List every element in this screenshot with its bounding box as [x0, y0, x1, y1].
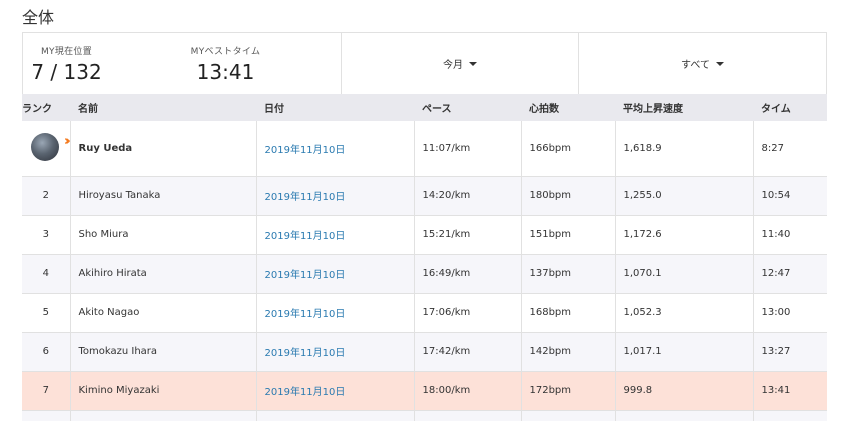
runner-name: Akito Nagao: [69, 293, 256, 333]
my-position-label: MY現在位置: [40, 46, 93, 57]
rank-cell: 6: [22, 332, 70, 372]
header-ascent-speed[interactable]: 平均上昇速度: [615, 94, 753, 121]
pace-cell: 16:49/km: [413, 254, 521, 294]
section-title: 全体: [22, 8, 55, 27]
time-cell: 10:54: [752, 176, 827, 216]
runner-name: Tomokazu Ihara: [69, 332, 256, 372]
date-link[interactable]: 2019年11月10日: [265, 387, 346, 398]
header-heart-rate[interactable]: 心拍数: [521, 94, 615, 121]
heart-rate-cell: 142bpm: [520, 332, 615, 372]
time-cell: 13:41: [752, 371, 827, 411]
my-position: MY現在位置 7 / 132: [23, 33, 110, 94]
first-place-badge: ››: [30, 133, 70, 163]
ascent-speed-cell: 1,172.6: [614, 215, 753, 255]
pace-cell: 18:00/km: [413, 371, 521, 411]
ascent-speed-cell: 1,017.1: [614, 332, 753, 372]
time-cell: 11:40: [752, 215, 827, 255]
runner-name: Kimino Miyazaki: [69, 371, 256, 411]
date-link[interactable]: 2019年11月10日: [265, 192, 346, 203]
heart-rate-cell: 180bpm: [520, 176, 615, 216]
table-row[interactable]: 3 Sho Miura 2019年11月10日 15:21/km 151bpm …: [22, 215, 827, 255]
date-cell: 2019年11月10日: [255, 293, 414, 333]
table-row[interactable]: ›› Ruy Ueda 2019年11月10日 11:07/km 166bpm …: [22, 121, 827, 177]
table-row[interactable]: 6 Tomokazu Ihara 2019年11月10日 17:42/km 14…: [22, 332, 827, 372]
date-link[interactable]: 2019年11月10日: [265, 309, 346, 320]
ascent-speed-cell: 1,618.9: [614, 121, 753, 177]
table-row[interactable]: 5 Akito Nagao 2019年11月10日 17:06/km 168bp…: [22, 293, 827, 333]
heart-rate-cell: 137bpm: [520, 254, 615, 294]
double-chevron-icon: ››: [64, 134, 70, 150]
ranking-table: ランク 名前 日付 ペース 心拍数 平均上昇速度 タイム ›› Ruy Ueda…: [22, 94, 827, 421]
pace-cell: 15:21/km: [413, 215, 521, 255]
date-cell: 2019年11月10日: [255, 176, 414, 216]
summary-bar: MY現在位置 7 / 132 MYベストタイム 13:41 今月 すべて: [22, 32, 827, 94]
date-cell: 2019年11月10日: [255, 254, 414, 294]
ascent-speed-cell: 999.8: [614, 371, 753, 411]
filter-dropdown[interactable]: すべて: [579, 33, 826, 94]
my-best-time-label: MYベストタイム: [190, 46, 261, 57]
heart-rate-cell: 172bpm: [520, 371, 615, 411]
rank-cell: 7: [22, 371, 70, 411]
filter-dropdown-label: すべて: [681, 60, 710, 71]
runner-name: Akihiro Hirata: [69, 254, 256, 294]
table-header: ランク 名前 日付 ペース 心拍数 平均上昇速度 タイム: [22, 94, 827, 121]
runner-name: Hiroyasu Tanaka: [69, 176, 256, 216]
date-link[interactable]: 2019年11月10日: [265, 145, 346, 156]
my-best-time: MYベストタイム 13:41: [110, 33, 342, 94]
rank-cell: 2: [22, 176, 70, 216]
date-cell: 2019年11月10日: [255, 121, 414, 177]
time-cell: 12:47: [752, 254, 827, 294]
time-cell: 8:27: [752, 121, 827, 177]
my-best-time-value: 13:41: [196, 59, 255, 84]
my-position-value: 7 / 132: [31, 59, 102, 84]
heart-rate-cell: 166bpm: [520, 121, 615, 177]
caret-down-icon: [715, 62, 724, 66]
caret-down-icon: [469, 62, 477, 66]
heart-rate-cell: 151bpm: [520, 215, 615, 255]
pace-cell: 17:06/km: [413, 293, 521, 333]
user-avatar: [30, 133, 59, 162]
date-cell: 2019年11月10日: [255, 215, 414, 255]
heart-rate-cell: 168bpm: [520, 293, 615, 333]
date-link[interactable]: 2019年11月10日: [265, 348, 346, 359]
rank-cell: 4: [22, 254, 70, 294]
header-name[interactable]: 名前: [70, 94, 256, 121]
date-link[interactable]: 2019年11月10日: [265, 231, 346, 242]
ascent-speed-cell: 1,255.0: [614, 176, 753, 216]
rank-cell: 5: [22, 293, 70, 333]
pace-cell: 11:07/km: [413, 121, 521, 177]
rank-cell: ››: [22, 121, 70, 177]
date-cell: 2019年11月10日: [255, 371, 414, 411]
ascent-speed-cell: 1,052.3: [614, 293, 753, 333]
table-row-partial: [22, 410, 827, 421]
rank-cell: 3: [22, 215, 70, 255]
header-time[interactable]: タイム: [753, 94, 827, 121]
runner-name: Ruy Ueda: [69, 121, 256, 177]
date-cell: 2019年11月10日: [255, 332, 414, 372]
date-link[interactable]: 2019年11月10日: [265, 270, 346, 281]
period-dropdown-label: 今月: [443, 60, 463, 71]
header-rank[interactable]: ランク: [22, 94, 70, 121]
table-row-current-user[interactable]: 7 Kimino Miyazaki 2019年11月10日 18:00/km 1…: [22, 371, 827, 411]
pace-cell: 14:20/km: [413, 176, 521, 216]
pace-cell: 17:42/km: [413, 332, 521, 372]
runner-name: Sho Miura: [69, 215, 256, 255]
time-cell: 13:27: [752, 332, 827, 372]
ascent-speed-cell: 1,070.1: [614, 254, 753, 294]
table-row[interactable]: 2 Hiroyasu Tanaka 2019年11月10日 14:20/km 1…: [22, 176, 827, 216]
table-row[interactable]: 4 Akihiro Hirata 2019年11月10日 16:49/km 13…: [22, 254, 827, 294]
header-pace[interactable]: ペース: [414, 94, 521, 121]
time-cell: 13:00: [752, 293, 827, 333]
period-dropdown[interactable]: 今月: [342, 33, 579, 94]
header-date[interactable]: 日付: [256, 94, 414, 121]
